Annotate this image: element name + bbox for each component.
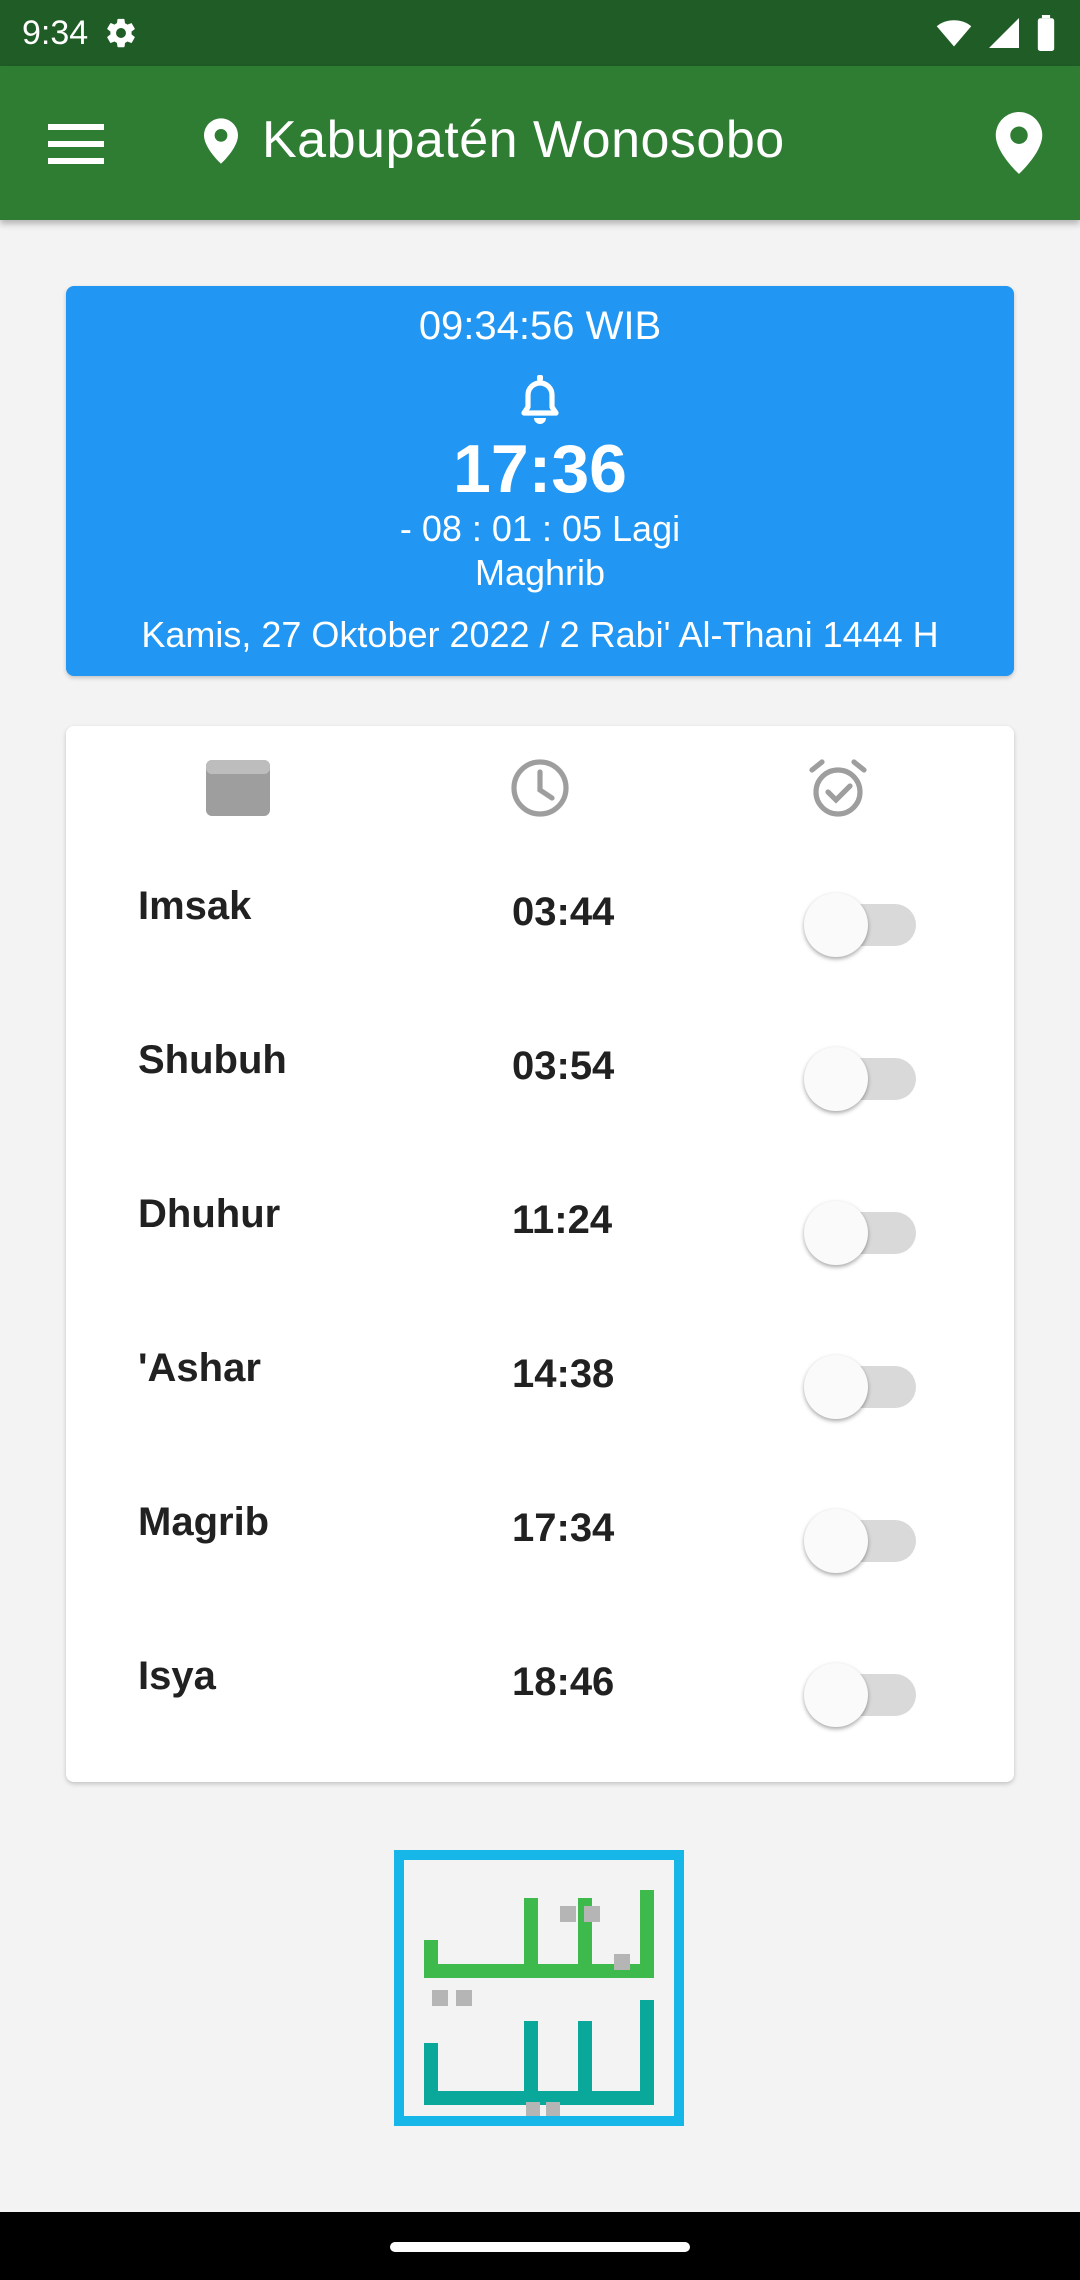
clock-icon: [511, 759, 569, 817]
bell-icon: [521, 375, 559, 424]
prayer-row: Dhuhur 11:24: [66, 1154, 1014, 1308]
menu-icon[interactable]: [48, 124, 104, 164]
app-logo: [394, 1850, 684, 2126]
prayer-name: Imsak: [138, 884, 252, 928]
app-bar: Kabupatén Wonosobo: [0, 66, 1080, 220]
location-title[interactable]: Kabupatén Wonosobo: [262, 110, 785, 170]
prayer-name: 'Ashar: [138, 1346, 261, 1390]
prayer-name: Isya: [138, 1654, 216, 1698]
battery-icon: [1037, 15, 1055, 51]
prayer-time: 11:24: [512, 1198, 613, 1242]
prayer-time: 03:54: [512, 1044, 615, 1088]
alarm-toggle[interactable]: [804, 1042, 920, 1112]
next-prayer-card: 09:34:56 WIB 17:36 - 08 : 01 : 05 Lagi M…: [66, 286, 1014, 676]
alarm-toggle[interactable]: [804, 1350, 920, 1420]
prayer-name: Dhuhur: [138, 1192, 281, 1236]
prayer-name: Shubuh: [138, 1038, 287, 1082]
prayer-time: 14:38: [512, 1352, 615, 1396]
prayer-name: Magrib: [138, 1500, 270, 1544]
wifi-icon: [936, 20, 972, 47]
status-time: 9:34: [22, 13, 89, 52]
alarm-toggle[interactable]: [804, 1196, 920, 1266]
alarm-toggle[interactable]: [804, 1658, 920, 1728]
date-label: Kamis, 27 Oktober 2022 / 2 Rabi' Al-Than…: [141, 614, 939, 655]
home-handle[interactable]: [390, 2242, 690, 2252]
prayer-row: Imsak 03:44: [66, 846, 1014, 1000]
countdown: - 08 : 01 : 05 Lagi: [399, 508, 681, 549]
location-button-icon[interactable]: [994, 112, 1044, 174]
prayer-row: Isya 18:46: [66, 1616, 1014, 1770]
prayer-row: Magrib 17:34: [66, 1462, 1014, 1616]
prayer-time: 03:44: [512, 890, 615, 934]
prayer-row: Shubuh 03:54: [66, 1000, 1014, 1154]
settings-gear-icon: [107, 18, 135, 48]
prayer-time: 17:34: [512, 1506, 615, 1550]
next-prayer-name: Maghrib: [474, 552, 606, 593]
prayer-schedule-card: Imsak 03:44 Shubuh 03:54 Dhuhur 11:24 'A…: [66, 726, 1014, 1782]
location-pin-icon: [204, 118, 238, 164]
next-prayer-time: 17:36: [453, 431, 627, 507]
cellular-signal-icon: [989, 18, 1019, 48]
prayer-time: 18:46: [512, 1660, 615, 1704]
name-column-icon: [206, 760, 270, 816]
prayer-row: 'Ashar 14:38: [66, 1308, 1014, 1462]
alarm-check-icon: [809, 759, 867, 817]
current-clock: 09:34:56 WIB: [418, 304, 662, 348]
system-nav-bar: [0, 2212, 1080, 2280]
alarm-toggle[interactable]: [804, 1504, 920, 1574]
alarm-toggle[interactable]: [804, 888, 920, 958]
status-bar: 9:34: [0, 0, 1080, 66]
